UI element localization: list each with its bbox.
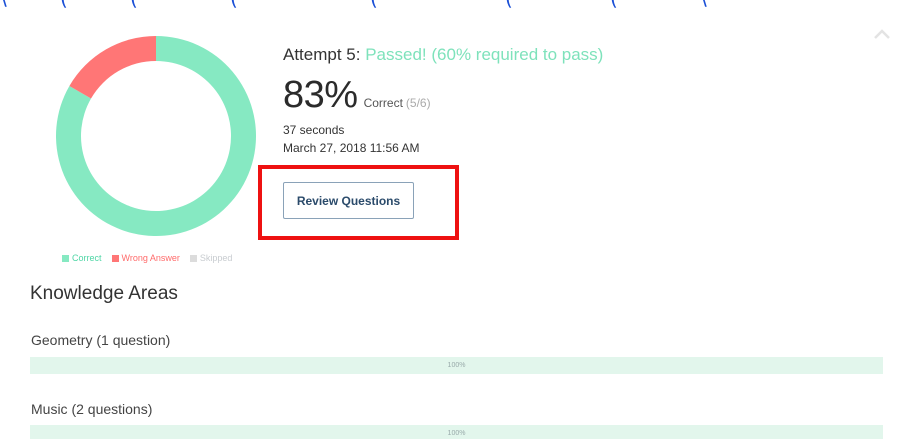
legend-skipped: Skipped (189, 253, 232, 263)
knowledge-area-percent: 100% (447, 430, 466, 437)
legend-wrong-swatch (111, 254, 119, 262)
score-fraction: (5/6) (405, 96, 431, 110)
knowledge-area-label: Music (2 questions) (31, 401, 153, 417)
attempt-duration: 37 seconds (283, 123, 345, 137)
donut-segment-wrong (69, 36, 156, 99)
attempt-summary: Attempt 5: Passed! (60% required to pass… (283, 45, 603, 65)
score-percent: 83% (283, 74, 358, 116)
attempt-date: March 27, 2018 11:56 AM (283, 141, 420, 155)
knowledge-area-label: Geometry (1 question) (31, 332, 171, 348)
chevron-up-icon[interactable] (872, 26, 892, 42)
chart-legend: Correct Wrong Answer Skipped (62, 253, 232, 263)
legend-wrong: Wrong Answer (111, 253, 180, 263)
legend-skipped-swatch (189, 254, 197, 262)
score-line: 83% Correct (5/6) (283, 74, 431, 117)
knowledge-area-bar: 100% (30, 357, 883, 374)
pass-status: Passed! (60% required to pass) (365, 45, 604, 64)
score-label: Correct (363, 96, 403, 110)
knowledge-area-percent: 100% (447, 362, 466, 369)
review-questions-button[interactable]: Review Questions (283, 182, 414, 219)
knowledge-area-bar-fill: 100% (30, 357, 883, 374)
knowledge-area-bar: 100% (30, 425, 883, 439)
legend-correct-swatch (62, 254, 69, 262)
score-donut-chart (56, 36, 256, 236)
attempt-number: Attempt 5: (283, 45, 361, 64)
legend-correct: Correct (62, 253, 102, 263)
knowledge-area-bar-fill: 100% (30, 425, 883, 439)
clipped-top-text: \ ( ( ( ( ( ( \ (0, 0, 899, 10)
knowledge-areas-heading: Knowledge Areas (30, 283, 178, 304)
